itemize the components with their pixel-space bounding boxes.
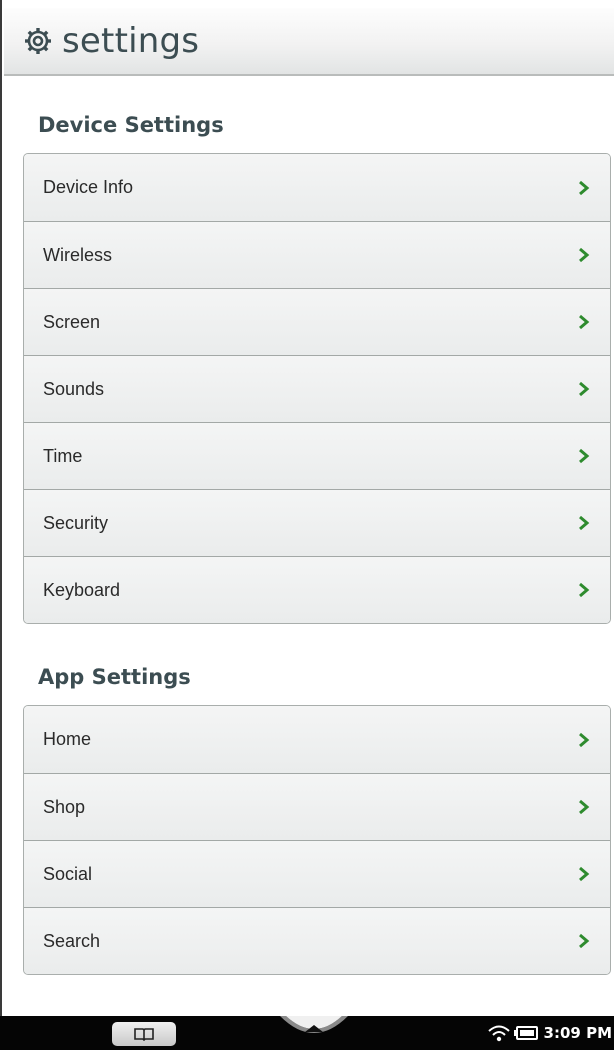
device-settings-list: Device Info Wireless Screen Sounds Time … — [23, 153, 611, 624]
gear-icon — [25, 28, 51, 54]
app-frame: settings Device Settings Device Info Wir… — [0, 0, 614, 1016]
chevron-right-icon — [579, 247, 590, 263]
library-button[interactable] — [112, 1022, 176, 1046]
app-settings-list: Home Shop Social Search — [23, 705, 611, 975]
settings-item-sounds[interactable]: Sounds — [24, 355, 610, 422]
title-bar: settings — [4, 8, 614, 76]
settings-item-screen[interactable]: Screen — [24, 288, 610, 355]
chevron-right-icon — [579, 933, 590, 949]
settings-item-label: Device Info — [43, 177, 134, 197]
settings-item-label: Home — [43, 729, 92, 749]
chevron-right-icon — [579, 381, 590, 397]
system-nav-bar: 3:09 PM — [0, 1016, 614, 1050]
settings-item-wireless[interactable]: Wireless — [24, 221, 610, 288]
settings-item-device-info[interactable]: Device Info — [24, 154, 610, 221]
device-settings-heading: Device Settings — [38, 113, 224, 137]
settings-item-search[interactable]: Search — [24, 907, 610, 974]
settings-item-label: Keyboard — [43, 579, 121, 600]
settings-item-keyboard[interactable]: Keyboard — [24, 556, 610, 623]
settings-item-time[interactable]: Time — [24, 422, 610, 489]
status-area[interactable]: 3:09 PM — [487, 1016, 612, 1050]
settings-item-label: Screen — [43, 311, 101, 332]
chevron-right-icon — [579, 448, 590, 464]
battery-icon — [513, 1026, 538, 1040]
app-settings-heading: App Settings — [38, 665, 191, 689]
book-icon — [134, 1028, 154, 1041]
page-title: settings — [62, 21, 200, 61]
settings-item-security[interactable]: Security — [24, 489, 610, 556]
chevron-right-icon — [579, 314, 590, 330]
settings-item-label: Shop — [43, 796, 86, 817]
chevron-right-icon — [579, 799, 590, 815]
chevron-right-icon — [579, 180, 590, 195]
settings-item-label: Time — [43, 445, 83, 466]
settings-item-home[interactable]: Home — [24, 706, 610, 773]
settings-item-label: Sounds — [43, 378, 105, 399]
up-arrow-icon — [280, 1016, 348, 1033]
settings-item-label: Social — [43, 863, 93, 884]
status-clock: 3:09 PM — [543, 1024, 612, 1042]
settings-item-label: Security — [43, 512, 109, 533]
settings-item-label: Search — [43, 930, 101, 951]
settings-item-label: Wireless — [43, 244, 113, 265]
wifi-icon — [487, 1025, 510, 1042]
chevron-right-icon — [579, 582, 590, 598]
chevron-right-icon — [579, 866, 590, 882]
settings-item-shop[interactable]: Shop — [24, 773, 610, 840]
settings-item-social[interactable]: Social — [24, 840, 610, 907]
quick-nav-button[interactable] — [278, 1016, 350, 1050]
chevron-right-icon — [579, 732, 590, 747]
chevron-right-icon — [579, 515, 590, 531]
